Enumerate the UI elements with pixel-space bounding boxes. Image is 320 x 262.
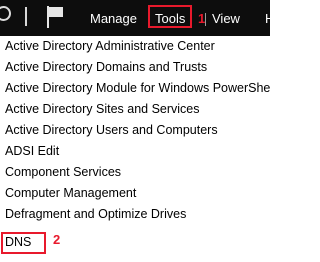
step-2-label: 2: [53, 232, 61, 247]
menu-help[interactable]: H: [265, 11, 270, 26]
menu-item-component-services[interactable]: Component Services: [5, 162, 121, 182]
menu-manage[interactable]: Manage: [90, 11, 137, 26]
menu-item-adsi-edit[interactable]: ADSI Edit: [5, 141, 59, 161]
menu-item-defragment-drives[interactable]: Defragment and Optimize Drives: [5, 204, 186, 224]
menu-item-ad-domains-trusts[interactable]: Active Directory Domains and Trusts: [5, 57, 207, 77]
menu-bar: Manage Tools 1 View H: [0, 0, 270, 36]
menu-separator: [205, 13, 206, 26]
menu-item-ad-sites-services[interactable]: Active Directory Sites and Services: [5, 99, 200, 119]
menu-item-computer-management[interactable]: Computer Management: [5, 183, 136, 203]
notifications-flag-icon[interactable]: [45, 5, 65, 29]
menu-item-ad-admin-center[interactable]: Active Directory Administrative Center: [5, 36, 215, 56]
menu-view[interactable]: View: [212, 11, 240, 26]
refresh-icon[interactable]: [0, 6, 11, 21]
toolbar-divider: [25, 7, 27, 26]
tools-highlight-box: [148, 5, 192, 28]
server-manager-screenshot: Manage Tools 1 View H Active Directory A…: [0, 0, 270, 262]
menu-item-ad-users-computers[interactable]: Active Directory Users and Computers: [5, 120, 218, 140]
menu-item-ad-powershell-module[interactable]: Active Directory Module for Windows Powe…: [5, 78, 270, 98]
dns-highlight-box: [1, 232, 46, 254]
